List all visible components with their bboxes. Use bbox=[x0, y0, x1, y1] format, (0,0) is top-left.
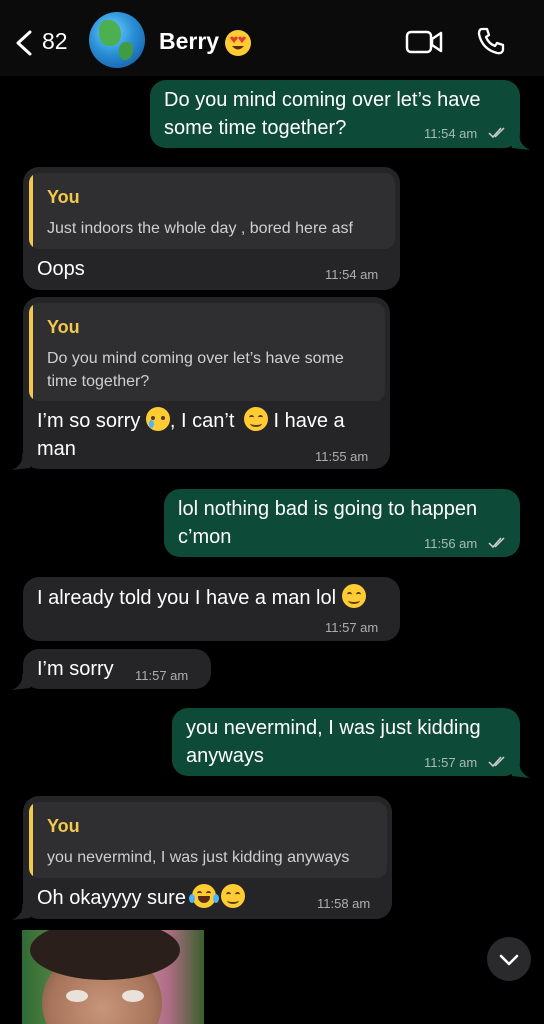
quoted-message[interactable]: You you nevermind, I was just kidding an… bbox=[29, 802, 387, 878]
message-time: 11:57 am bbox=[325, 620, 379, 635]
message-text-part: I have a bbox=[273, 410, 345, 432]
quote-text: you nevermind, I was just kidding anyway… bbox=[47, 849, 350, 866]
message-time: 11:54 am bbox=[325, 267, 379, 282]
chevron-left-icon bbox=[16, 30, 32, 56]
quoted-message[interactable]: You Do you mind coming over let’s have s… bbox=[29, 303, 385, 401]
quote-text-line: Do you mind coming over let’s have some bbox=[47, 350, 344, 367]
message-time: 11:56 am bbox=[424, 536, 478, 551]
smiling-face-emoji-icon bbox=[243, 407, 268, 431]
outgoing-message[interactable]: Do you mind coming over let’s have some … bbox=[150, 80, 520, 148]
quote-text: Just indoors the whole day , bored here … bbox=[47, 220, 353, 237]
message-text-line: some time together? bbox=[164, 117, 347, 139]
double-check-icon bbox=[488, 127, 505, 139]
quote-author: You bbox=[47, 816, 80, 836]
incoming-message[interactable]: You you nevermind, I was just kidding an… bbox=[23, 796, 392, 919]
avatar[interactable] bbox=[89, 12, 145, 68]
incoming-message[interactable]: You Just indoors the whole day , bored h… bbox=[23, 167, 400, 290]
message-time: 11:57 am bbox=[424, 755, 478, 770]
double-check-icon bbox=[488, 756, 505, 768]
message-time: 11:58 am bbox=[317, 896, 371, 911]
double-check-icon bbox=[488, 537, 505, 549]
phone-call-button[interactable] bbox=[476, 26, 506, 61]
back-button[interactable] bbox=[10, 28, 40, 58]
outgoing-message[interactable]: you nevermind, I was just kidding anyway… bbox=[172, 708, 520, 776]
incoming-message[interactable]: I already told you I have a man lol 11:5… bbox=[23, 577, 400, 641]
chevron-down-icon bbox=[499, 954, 519, 966]
tears-of-joy-emoji-icon bbox=[188, 884, 219, 908]
message-text: Oh okayyyy sure bbox=[37, 887, 186, 909]
video-call-button[interactable] bbox=[405, 28, 443, 61]
message-text-line: Do you mind coming over let’s have bbox=[164, 89, 481, 111]
message-text-line: I’m so sorry , I can’t I have a bbox=[37, 407, 345, 435]
contact-name[interactable]: Berry bbox=[159, 28, 219, 55]
heart-eyes-emoji-icon bbox=[224, 29, 252, 62]
incoming-message[interactable]: I’m sorry 11:57 am bbox=[23, 649, 211, 689]
message-text-line: anyways bbox=[186, 745, 264, 767]
phone-call-icon bbox=[477, 27, 505, 55]
unread-count[interactable]: 82 bbox=[42, 28, 68, 55]
quoted-message[interactable]: You Just indoors the whole day , bored h… bbox=[29, 173, 395, 249]
message-time: 11:55 am bbox=[315, 449, 369, 464]
bubble-tail bbox=[12, 454, 30, 470]
message-text: Oops bbox=[37, 258, 85, 280]
smiling-face-emoji-icon bbox=[221, 884, 246, 908]
message-text-line: lol nothing bad is going to happen bbox=[178, 498, 478, 520]
bubble-tail bbox=[512, 762, 530, 778]
message-time: 11:57 am bbox=[135, 668, 189, 683]
message-text: I’m sorry bbox=[37, 658, 114, 680]
quote-author: You bbox=[47, 187, 80, 207]
quote-author: You bbox=[47, 317, 80, 337]
message-text: I already told you I have a man lol bbox=[37, 587, 337, 609]
message-text-part: , I can’t bbox=[169, 410, 235, 432]
scroll-to-bottom-button[interactable] bbox=[487, 937, 531, 981]
message-text-line: I already told you I have a man lol bbox=[37, 584, 366, 612]
outgoing-message[interactable]: lol nothing bad is going to happen c’mon… bbox=[164, 489, 520, 557]
message-time: 11:54 am bbox=[424, 126, 478, 141]
image-message[interactable] bbox=[22, 930, 204, 1024]
message-text-line: man bbox=[37, 438, 76, 460]
message-text-part: I’m so sorry bbox=[37, 410, 141, 432]
bubble-tail bbox=[512, 134, 530, 150]
crying-face-emoji-icon bbox=[145, 407, 170, 431]
smiling-face-emoji-icon bbox=[341, 584, 366, 608]
message-text-line: Oh okayyyy sure bbox=[37, 884, 246, 912]
incoming-message[interactable]: You Do you mind coming over let’s have s… bbox=[23, 297, 390, 469]
video-call-icon bbox=[405, 30, 443, 54]
message-text-line: c’mon bbox=[178, 526, 232, 548]
bubble-tail bbox=[12, 904, 30, 920]
quote-text-line: time together? bbox=[47, 373, 150, 390]
message-text-line: you nevermind, I was just kidding bbox=[186, 717, 481, 739]
bubble-tail bbox=[12, 674, 30, 690]
chat-header: 82 Berry bbox=[0, 0, 544, 76]
